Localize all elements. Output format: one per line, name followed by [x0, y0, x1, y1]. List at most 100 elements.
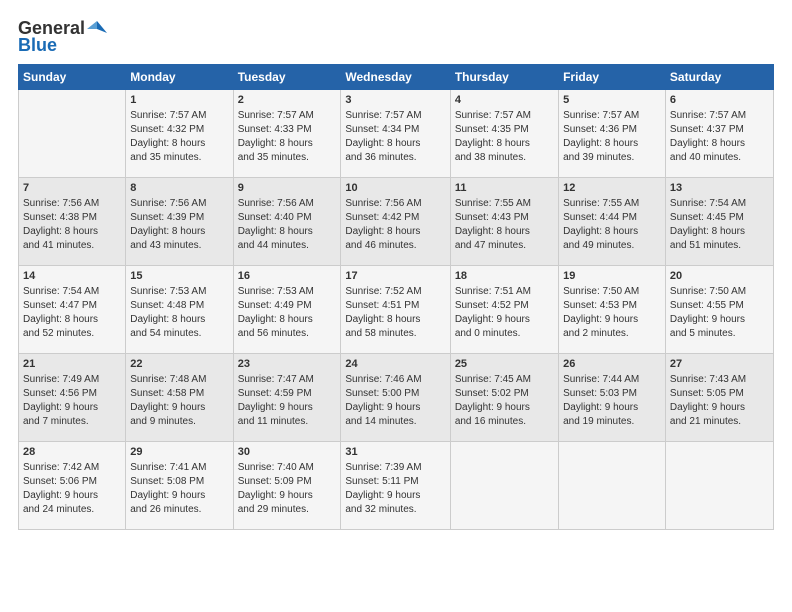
cell-info: Sunrise: 7:43 AM [670, 373, 769, 387]
cell-info: and 32 minutes. [345, 503, 445, 517]
calendar-table: SundayMondayTuesdayWednesdayThursdayFrid… [18, 64, 774, 530]
day-number: 27 [670, 357, 769, 372]
calendar-cell: 12Sunrise: 7:55 AMSunset: 4:44 PMDayligh… [559, 178, 666, 266]
day-number: 12 [563, 181, 661, 196]
cell-info: Sunset: 5:00 PM [345, 387, 445, 401]
calendar-cell [665, 442, 773, 530]
day-header-monday: Monday [126, 65, 233, 90]
cell-info: Sunset: 5:03 PM [563, 387, 661, 401]
cell-info: Sunset: 4:49 PM [238, 299, 337, 313]
day-number: 7 [23, 181, 121, 196]
cell-info: Daylight: 8 hours [238, 137, 337, 151]
calendar-cell: 9Sunrise: 7:56 AMSunset: 4:40 PMDaylight… [233, 178, 341, 266]
calendar-cell: 24Sunrise: 7:46 AMSunset: 5:00 PMDayligh… [341, 354, 450, 442]
cell-info: Sunset: 4:33 PM [238, 123, 337, 137]
cell-info: and 51 minutes. [670, 239, 769, 253]
cell-info: and 49 minutes. [563, 239, 661, 253]
cell-info: Sunrise: 7:49 AM [23, 373, 121, 387]
calendar-cell: 21Sunrise: 7:49 AMSunset: 4:56 PMDayligh… [19, 354, 126, 442]
day-number: 13 [670, 181, 769, 196]
calendar-cell: 7Sunrise: 7:56 AMSunset: 4:38 PMDaylight… [19, 178, 126, 266]
cell-info: Daylight: 8 hours [670, 137, 769, 151]
cell-info: Daylight: 8 hours [23, 225, 121, 239]
cell-info: Sunset: 4:52 PM [455, 299, 554, 313]
cell-info: Sunset: 4:53 PM [563, 299, 661, 313]
cell-info: Sunrise: 7:53 AM [130, 285, 228, 299]
day-header-wednesday: Wednesday [341, 65, 450, 90]
day-number: 30 [238, 445, 337, 460]
cell-info: and 44 minutes. [238, 239, 337, 253]
cell-info: Daylight: 9 hours [130, 401, 228, 415]
header-row: SundayMondayTuesdayWednesdayThursdayFrid… [19, 65, 774, 90]
cell-info: Sunrise: 7:45 AM [455, 373, 554, 387]
day-number: 28 [23, 445, 121, 460]
day-number: 22 [130, 357, 228, 372]
calendar-cell: 29Sunrise: 7:41 AMSunset: 5:08 PMDayligh… [126, 442, 233, 530]
day-number: 3 [345, 93, 445, 108]
cell-info: Sunset: 4:51 PM [345, 299, 445, 313]
header: General Blue [18, 18, 774, 56]
day-number: 8 [130, 181, 228, 196]
day-number: 26 [563, 357, 661, 372]
calendar-cell: 31Sunrise: 7:39 AMSunset: 5:11 PMDayligh… [341, 442, 450, 530]
cell-info: Sunrise: 7:56 AM [23, 197, 121, 211]
cell-info: and 16 minutes. [455, 415, 554, 429]
week-row-5: 28Sunrise: 7:42 AMSunset: 5:06 PMDayligh… [19, 442, 774, 530]
day-header-friday: Friday [559, 65, 666, 90]
cell-info: and 36 minutes. [345, 151, 445, 165]
cell-info: Sunset: 4:36 PM [563, 123, 661, 137]
week-row-3: 14Sunrise: 7:54 AMSunset: 4:47 PMDayligh… [19, 266, 774, 354]
cell-info: Daylight: 8 hours [455, 225, 554, 239]
calendar-cell: 6Sunrise: 7:57 AMSunset: 4:37 PMDaylight… [665, 90, 773, 178]
cell-info: and 24 minutes. [23, 503, 121, 517]
cell-info: Sunset: 5:11 PM [345, 475, 445, 489]
cell-info: Sunrise: 7:41 AM [130, 461, 228, 475]
cell-info: Sunrise: 7:50 AM [670, 285, 769, 299]
cell-info: Sunrise: 7:51 AM [455, 285, 554, 299]
cell-info: Sunset: 5:02 PM [455, 387, 554, 401]
day-number: 23 [238, 357, 337, 372]
day-number: 31 [345, 445, 445, 460]
cell-info: and 5 minutes. [670, 327, 769, 341]
cell-info: Sunset: 4:38 PM [23, 211, 121, 225]
day-number: 11 [455, 181, 554, 196]
calendar-cell: 11Sunrise: 7:55 AMSunset: 4:43 PMDayligh… [450, 178, 558, 266]
cell-info: Sunrise: 7:52 AM [345, 285, 445, 299]
cell-info: Sunrise: 7:40 AM [238, 461, 337, 475]
cell-info: Sunrise: 7:57 AM [130, 109, 228, 123]
cell-info: Sunset: 4:34 PM [345, 123, 445, 137]
cell-info: Sunrise: 7:57 AM [345, 109, 445, 123]
cell-info: Sunset: 5:09 PM [238, 475, 337, 489]
week-row-1: 1Sunrise: 7:57 AMSunset: 4:32 PMDaylight… [19, 90, 774, 178]
cell-info: Daylight: 9 hours [563, 401, 661, 415]
cell-info: and 0 minutes. [455, 327, 554, 341]
cell-info: and 9 minutes. [130, 415, 228, 429]
day-number: 25 [455, 357, 554, 372]
calendar-cell [19, 90, 126, 178]
cell-info: Daylight: 9 hours [455, 313, 554, 327]
cell-info: Daylight: 9 hours [130, 489, 228, 503]
day-number: 6 [670, 93, 769, 108]
cell-info: Sunrise: 7:56 AM [130, 197, 228, 211]
day-number: 16 [238, 269, 337, 284]
cell-info: Sunset: 4:47 PM [23, 299, 121, 313]
cell-info: Daylight: 8 hours [238, 225, 337, 239]
calendar-cell: 22Sunrise: 7:48 AMSunset: 4:58 PMDayligh… [126, 354, 233, 442]
cell-info: Sunset: 4:39 PM [130, 211, 228, 225]
cell-info: Sunset: 4:32 PM [130, 123, 228, 137]
calendar-cell: 5Sunrise: 7:57 AMSunset: 4:36 PMDaylight… [559, 90, 666, 178]
cell-info: Sunrise: 7:55 AM [455, 197, 554, 211]
day-number: 15 [130, 269, 228, 284]
cell-info: Daylight: 9 hours [563, 313, 661, 327]
cell-info: Sunrise: 7:46 AM [345, 373, 445, 387]
cell-info: Daylight: 8 hours [345, 225, 445, 239]
calendar-cell: 16Sunrise: 7:53 AMSunset: 4:49 PMDayligh… [233, 266, 341, 354]
cell-info: Sunset: 4:48 PM [130, 299, 228, 313]
cell-info: and 41 minutes. [23, 239, 121, 253]
day-number: 20 [670, 269, 769, 284]
day-number: 2 [238, 93, 337, 108]
cell-info: and 11 minutes. [238, 415, 337, 429]
cell-info: Sunrise: 7:56 AM [345, 197, 445, 211]
cell-info: Sunset: 5:08 PM [130, 475, 228, 489]
cell-info: Daylight: 8 hours [345, 313, 445, 327]
